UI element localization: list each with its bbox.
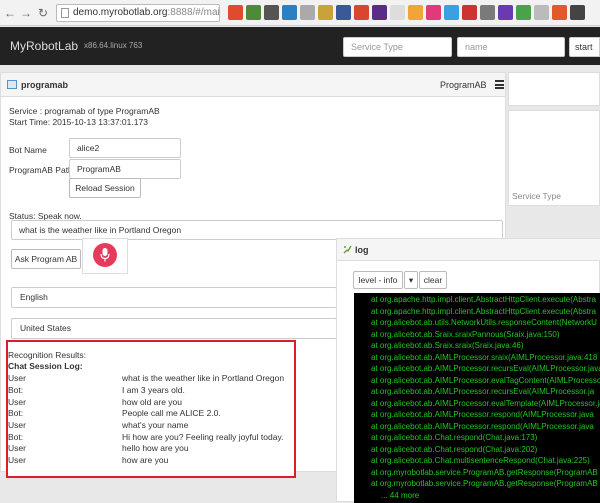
extension-icon[interactable] bbox=[408, 5, 423, 20]
log-header: log bbox=[337, 239, 600, 261]
log-line: at org.myrobotlab.service.ProgramAB.getR… bbox=[371, 479, 598, 488]
url-host: demo.myrobotlab.org bbox=[73, 7, 168, 18]
log-panel: log level - info ▾ clear at org.apache.h… bbox=[336, 238, 600, 503]
recognition-heading: Recognition Results: bbox=[8, 350, 86, 360]
back-arrow-icon[interactable]: ← bbox=[3, 6, 17, 20]
language-select[interactable]: English bbox=[11, 287, 337, 308]
start-button[interactable]: start bbox=[569, 37, 600, 57]
path-input[interactable]: ProgramAB bbox=[69, 159, 181, 179]
extension-icon[interactable] bbox=[570, 5, 585, 20]
log-line: at org.alicebot.ab.utils.NetworkUtils.re… bbox=[371, 318, 597, 327]
extension-icon[interactable] bbox=[264, 5, 279, 20]
log-icon bbox=[343, 245, 352, 254]
address-bar[interactable]: demo.myrobotlab.org:8888/#/main bbox=[56, 4, 220, 22]
recognition-results: Recognition Results: Chat Session Log: U… bbox=[6, 340, 296, 478]
side-service-type-input[interactable]: Service Type bbox=[512, 191, 561, 201]
extension-icon[interactable] bbox=[246, 5, 261, 20]
platform-label: x86.64.linux 763 bbox=[84, 41, 143, 50]
microphone-button[interactable] bbox=[93, 243, 117, 267]
list-icon[interactable] bbox=[495, 80, 504, 89]
bot-name-label: Bot Name bbox=[9, 145, 47, 155]
log-line: at org.alicebot.ab.Chat.respond(Chat.jav… bbox=[371, 444, 538, 454]
service-description: Service : programab of type ProgramAB bbox=[9, 106, 160, 116]
reload-icon[interactable]: ↻ bbox=[36, 6, 50, 20]
extension-icon[interactable] bbox=[462, 5, 477, 20]
log-line: at org.alicebot.ab.Sraix.sraixPannous(Sr… bbox=[371, 329, 560, 339]
log-line: at org.alicebot.ab.AIMLProcessor.evalTem… bbox=[371, 398, 600, 408]
extension-icon[interactable] bbox=[480, 5, 495, 20]
ask-program-ab-button[interactable]: Ask Program AB bbox=[11, 249, 81, 269]
service-icon bbox=[7, 80, 17, 89]
log-title: log bbox=[355, 245, 369, 255]
extension-icon[interactable] bbox=[552, 5, 567, 20]
clear-log-button[interactable]: clear bbox=[419, 271, 447, 289]
extension-icon[interactable] bbox=[228, 5, 243, 20]
log-line: at org.myrobotlab.service.ProgramAB.getR… bbox=[371, 467, 598, 477]
extension-icon[interactable] bbox=[516, 5, 531, 20]
extension-icon[interactable] bbox=[354, 5, 369, 20]
path-label: ProgramAB Path bbox=[9, 165, 73, 175]
log-line: at org.alicebot.ab.Sraix.sraix(Sraix.jav… bbox=[371, 341, 524, 350]
log-line: at org.alicebot.ab.AIMLProcessor.recursE… bbox=[371, 387, 595, 396]
forward-arrow-icon[interactable]: → bbox=[19, 6, 33, 20]
log-line: at org.alicebot.ab.Chat.multisentenceRes… bbox=[371, 456, 590, 465]
background-panel bbox=[508, 72, 600, 106]
page-icon bbox=[61, 8, 69, 18]
brand-title[interactable]: MyRobotLab bbox=[10, 39, 78, 53]
log-line: at org.alicebot.ab.Chat.respond(Chat.jav… bbox=[371, 433, 538, 442]
extension-icon[interactable] bbox=[318, 5, 333, 20]
mic-container bbox=[82, 238, 128, 274]
log-line: at org.apache.http.impl.client.AbstractH… bbox=[371, 295, 596, 304]
service-type-label: ProgramAB bbox=[440, 80, 487, 90]
extension-icon[interactable] bbox=[282, 5, 297, 20]
log-line: at org.alicebot.ab.AIMLProcessor.sraix(A… bbox=[371, 352, 598, 362]
query-input[interactable]: what is the weather like in Portland Ore… bbox=[11, 220, 503, 240]
extension-icon[interactable] bbox=[534, 5, 549, 20]
background-panel: Service Type bbox=[508, 110, 600, 206]
log-line: at org.alicebot.ab.AIMLProcessor.recursE… bbox=[371, 364, 600, 373]
extension-icon[interactable] bbox=[336, 5, 351, 20]
log-console[interactable]: at org.apache.http.impl.client.AbstractH… bbox=[354, 293, 600, 503]
microphone-icon bbox=[100, 248, 110, 262]
reload-session-button[interactable]: Reload Session bbox=[69, 178, 141, 198]
service-name-input[interactable]: name bbox=[457, 37, 565, 57]
panel-header: programab ProgramAB bbox=[1, 73, 505, 97]
log-line: at org.alicebot.ab.AIMLProcessor.evalTag… bbox=[371, 375, 600, 385]
app-navbar: MyRobotLab x86.64.linux 763 Service Type… bbox=[0, 27, 600, 65]
extension-icon[interactable] bbox=[372, 5, 387, 20]
log-line: at org.apache.http.impl.client.AbstractH… bbox=[371, 306, 596, 316]
log-line: at org.alicebot.ab.AIMLProcessor.respond… bbox=[371, 410, 594, 419]
log-line: at org.alicebot.ab.AIMLProcessor.respond… bbox=[371, 421, 594, 431]
log-level-dropdown[interactable]: level - info bbox=[353, 271, 403, 289]
log-line: ... 44 more bbox=[381, 490, 420, 500]
start-time: Start Time: 2015-10-13 13:37:01.173 bbox=[9, 117, 148, 127]
browser-toolbar: ← → ↻ demo.myrobotlab.org:8888/#/main bbox=[0, 0, 600, 26]
service-type-input[interactable]: Service Type bbox=[343, 37, 452, 57]
chat-log-heading: Chat Session Log: bbox=[8, 361, 83, 371]
chevron-down-icon[interactable]: ▾ bbox=[404, 271, 418, 289]
extension-icon[interactable] bbox=[390, 5, 405, 20]
extension-icon[interactable] bbox=[426, 5, 441, 20]
extension-icon[interactable] bbox=[498, 5, 513, 20]
panel-title: programab bbox=[21, 80, 69, 90]
extension-icon[interactable] bbox=[444, 5, 459, 20]
bot-name-input[interactable]: alice2 bbox=[69, 138, 181, 158]
extension-icon[interactable] bbox=[300, 5, 315, 20]
url-path: :8888/#/main bbox=[167, 7, 220, 18]
country-select[interactable]: United States bbox=[11, 318, 337, 339]
